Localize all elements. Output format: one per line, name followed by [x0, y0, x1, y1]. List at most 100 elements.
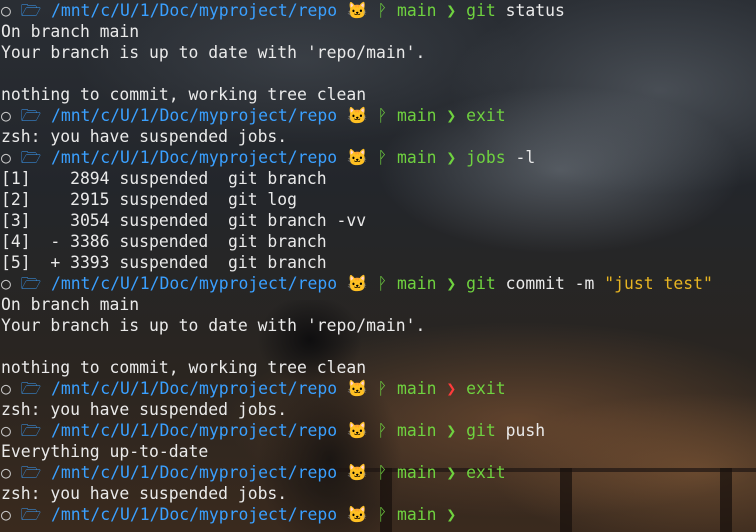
- prompt-line: ○ 🗁 /mnt/c/U/1/Doc/myproject/repo 🐱 ᚹ ma…: [1, 462, 756, 483]
- output-line: nothing to commit, working tree clean: [1, 84, 756, 105]
- output-text: Everything up-to-date: [1, 442, 209, 461]
- output-line: zsh: you have suspended jobs.: [1, 399, 756, 420]
- output-text: nothing to commit, working tree clean: [1, 358, 367, 377]
- git-icon: 🐱: [347, 421, 368, 440]
- command-name: exit: [466, 106, 506, 125]
- command-args: status: [495, 1, 565, 20]
- branch-icon: ᚹ: [377, 379, 388, 398]
- prompt-arrow-icon: ❯: [446, 274, 457, 293]
- output-text: nothing to commit, working tree clean: [1, 85, 367, 104]
- prompt-path: /mnt/c/U/1/Doc/myproject/repo: [50, 148, 338, 167]
- folder-icon: 🗁: [20, 148, 42, 167]
- branch-icon: ᚹ: [377, 505, 388, 524]
- command-string-arg: "just test": [604, 274, 713, 293]
- folder-icon: 🗁: [20, 379, 42, 398]
- status-icon: ○: [1, 1, 11, 20]
- git-icon: 🐱: [347, 505, 368, 524]
- folder-icon: 🗁: [20, 1, 42, 20]
- prompt-branch: main: [397, 274, 437, 293]
- prompt-arrow-icon: ❯: [446, 463, 457, 482]
- output-line: [3] 3054 suspended git branch -vv: [1, 210, 756, 231]
- output-line: [2] 2915 suspended git log: [1, 189, 756, 210]
- prompt-branch: main: [397, 505, 437, 524]
- command-name: jobs: [466, 148, 506, 167]
- command-args: commit -m: [495, 274, 605, 293]
- branch-icon: ᚹ: [377, 106, 388, 125]
- output-text: [5] + 3393 suspended git branch: [1, 253, 327, 272]
- output-text: zsh: you have suspended jobs.: [1, 127, 288, 146]
- command-name: git: [466, 1, 496, 20]
- branch-icon: ᚹ: [377, 1, 388, 20]
- output-text: zsh: you have suspended jobs.: [1, 484, 288, 503]
- output-text: Your branch is up to date with 'repo/mai…: [1, 316, 426, 335]
- output-line: [4] - 3386 suspended git branch: [1, 231, 756, 252]
- output-line: zsh: you have suspended jobs.: [1, 126, 756, 147]
- command-name: git: [466, 421, 496, 440]
- branch-icon: ᚹ: [377, 148, 388, 167]
- output-text: [3] 3054 suspended git branch -vv: [1, 211, 367, 230]
- command-args: push: [495, 421, 546, 440]
- prompt-line: ○ 🗁 /mnt/c/U/1/Doc/myproject/repo 🐱 ᚹ ma…: [1, 273, 756, 294]
- prompt-branch: main: [397, 148, 437, 167]
- prompt-line: ○ 🗁 /mnt/c/U/1/Doc/myproject/repo 🐱 ᚹ ma…: [1, 504, 756, 525]
- output-line: On branch main: [1, 21, 756, 42]
- prompt-line: ○ 🗁 /mnt/c/U/1/Doc/myproject/repo 🐱 ᚹ ma…: [1, 378, 756, 399]
- prompt-path: /mnt/c/U/1/Doc/myproject/repo: [50, 1, 338, 20]
- output-text: zsh: you have suspended jobs.: [1, 400, 288, 419]
- branch-icon: ᚹ: [377, 463, 388, 482]
- output-text: [2] 2915 suspended git log: [1, 190, 298, 209]
- prompt-path: /mnt/c/U/1/Doc/myproject/repo: [50, 379, 338, 398]
- output-text: [4] - 3386 suspended git branch: [1, 232, 327, 251]
- output-line: zsh: you have suspended jobs.: [1, 483, 756, 504]
- prompt-path: /mnt/c/U/1/Doc/myproject/repo: [50, 421, 338, 440]
- prompt-arrow-icon: ❯: [446, 379, 457, 398]
- prompt-branch: main: [397, 1, 437, 20]
- output-text: On branch main: [1, 295, 140, 314]
- terminal-output[interactable]: ○ 🗁 /mnt/c/U/1/Doc/myproject/repo 🐱 ᚹ ma…: [0, 0, 756, 532]
- folder-icon: 🗁: [20, 421, 42, 440]
- prompt-branch: main: [397, 379, 437, 398]
- command-name: git: [466, 274, 496, 293]
- output-line: Everything up-to-date: [1, 441, 756, 462]
- folder-icon: 🗁: [20, 106, 42, 125]
- output-text: Your branch is up to date with 'repo/mai…: [1, 43, 426, 62]
- prompt-arrow-icon: ❯: [446, 148, 457, 167]
- prompt-arrow-icon: ❯: [446, 421, 457, 440]
